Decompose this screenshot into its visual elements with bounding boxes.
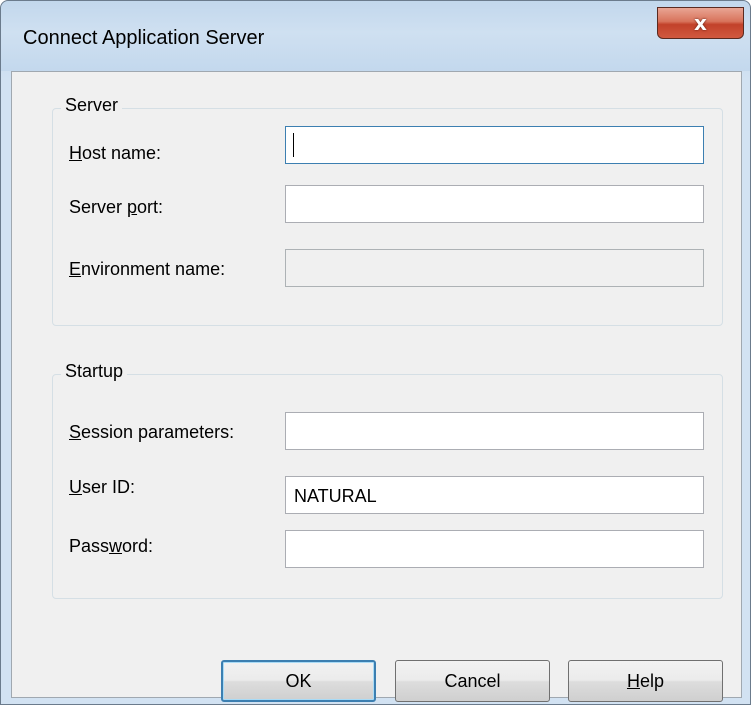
- server-port-input[interactable]: [285, 185, 704, 223]
- environment-name-label: Environment name:: [69, 259, 226, 279]
- help-button[interactable]: Help: [568, 660, 723, 702]
- ok-button[interactable]: OK: [221, 660, 376, 702]
- user-id-input[interactable]: NATURAL: [285, 476, 704, 514]
- text-caret: [293, 133, 294, 157]
- session-parameters-input[interactable]: [285, 412, 704, 450]
- cancel-button[interactable]: Cancel: [395, 660, 550, 702]
- dialog-client-area: Server Host name: Server port: Environme…: [11, 71, 742, 702]
- dialog-window: Connect Application Server x Server Host…: [0, 0, 751, 705]
- close-icon: x: [694, 11, 707, 35]
- server-port-label: Server port:: [69, 197, 164, 217]
- session-parameters-label: Session parameters:: [69, 422, 235, 442]
- dialog-title: Connect Application Server: [23, 27, 265, 49]
- environment-name-input: [285, 249, 704, 287]
- host-name-label: Host name:: [69, 143, 162, 163]
- password-label: Password:: [69, 536, 154, 556]
- password-input[interactable]: [285, 530, 704, 568]
- startup-group-label: Startup: [61, 361, 128, 382]
- title-bar[interactable]: Connect Application Server x: [1, 1, 750, 71]
- server-group-label: Server: [61, 95, 123, 116]
- host-name-input[interactable]: [285, 126, 704, 164]
- user-id-label: User ID:: [69, 477, 136, 497]
- close-button[interactable]: x: [657, 7, 744, 39]
